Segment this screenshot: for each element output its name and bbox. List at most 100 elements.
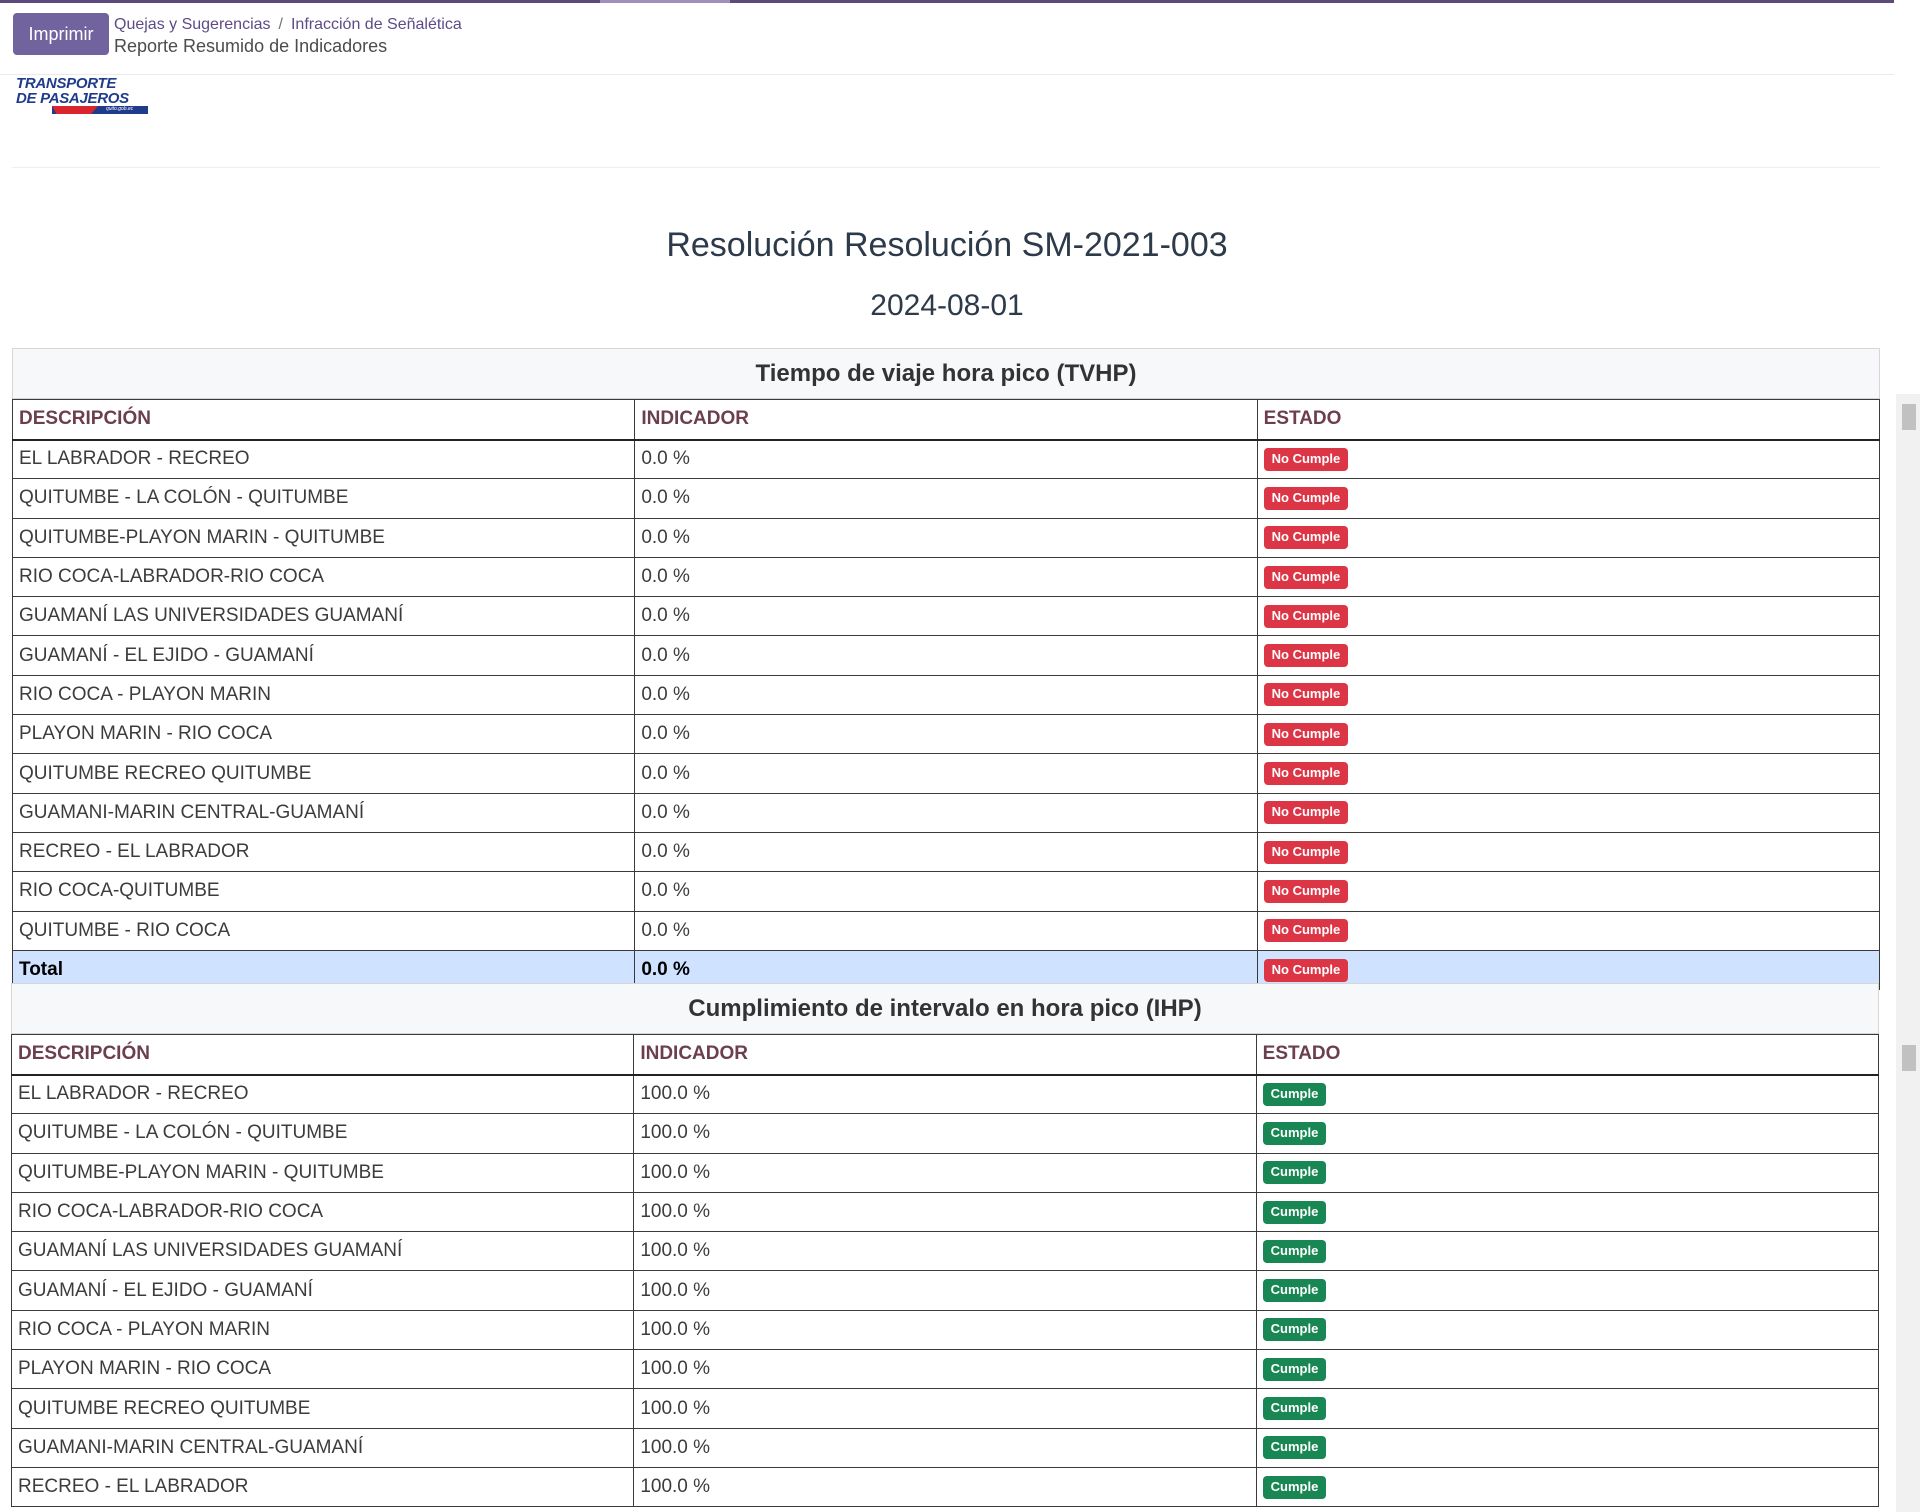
- indicator-value: 100.0 %: [633, 1073, 1257, 1115]
- indicator-value: 0.0 %: [634, 556, 1258, 598]
- divider: [12, 167, 1880, 168]
- table-row: QUITUMBE - LA COLÓN - QUITUMBE 0.0 % No Cu…: [11, 478, 1881, 519]
- status-cell: Cumple: [1255, 1191, 1880, 1233]
- status-badge: Cumple: [1262, 1200, 1327, 1224]
- table-row: EL LABRADOR - RECREO 0.0 % No Cumple: [11, 438, 1881, 480]
- status-badge: Cumple: [1262, 1397, 1327, 1421]
- status-badge: No Cumple: [1263, 801, 1349, 825]
- page-subtitle: Reporte Resumido de Indicadores: [114, 36, 388, 56]
- column-header-indicator: INDICADOR: [634, 399, 1258, 441]
- status-cell: No Cumple: [1256, 831, 1881, 873]
- route-description: QUITUMBE-PLAYON MARIN - QUITUMBE: [11, 517, 636, 558]
- scrollbar-thumb[interactable]: [1902, 404, 1916, 430]
- indicator-value: 100.0 %: [633, 1309, 1257, 1351]
- route-description: QUITUMBE - LA COLÓN - QUITUMBE: [10, 1113, 635, 1154]
- table-header-row: DESCRIPCIÓN INDICADOR ESTADO: [10, 1034, 1880, 1076]
- route-description: QUITUMBE - RIO COCA: [11, 910, 636, 951]
- indicator-value: 100.0 %: [633, 1231, 1257, 1272]
- status-badge: Cumple: [1262, 1475, 1327, 1499]
- section-title: Tiempo de viaje hora pico (TVHP): [12, 348, 1880, 399]
- route-description: EL LABRADOR - RECREO: [11, 438, 636, 480]
- route-description: GUAMANÍ - EL EJIDO - GUAMANÍ: [11, 635, 636, 676]
- route-description: RIO COCA-LABRADOR-RIO COCA: [10, 1191, 635, 1233]
- status-badge: No Cumple: [1263, 879, 1349, 903]
- table-row: GUAMANI-MARIN CENTRAL-GUAMANÍ 100.0 % Cump…: [10, 1427, 1880, 1468]
- route-description: GUAMANÍ - EL EJIDO - GUAMANÍ: [10, 1270, 635, 1311]
- print-button[interactable]: Imprimir: [13, 13, 109, 55]
- indicator-value: 0.0 %: [634, 517, 1258, 558]
- breadcrumb-item-infraccion[interactable]: Infracción de Señalética: [291, 16, 462, 33]
- table-row: PLAYON MARIN - RIO COCA 100.0 % Cumple: [10, 1349, 1880, 1390]
- status-cell: Cumple: [1255, 1113, 1880, 1154]
- status-cell: No Cumple: [1256, 792, 1881, 833]
- status-cell: No Cumple: [1256, 556, 1881, 598]
- section-title: Cumplimiento de intervalo en hora pico (…: [11, 983, 1879, 1034]
- table-row: GUAMANÍ LAS UNIVERSIDADES GUAMANÍ 100.0 %…: [10, 1231, 1880, 1272]
- table-row: QUITUMBE - LA COLÓN - QUITUMBE 100.0 % Cum…: [10, 1113, 1880, 1154]
- indicator-value: 0.0 %: [634, 596, 1258, 637]
- status-cell: No Cumple: [1256, 910, 1881, 951]
- logo-stripe: [52, 106, 148, 114]
- breadcrumb-item-quejas[interactable]: Quejas y Sugerencias: [114, 16, 271, 33]
- indicator-value: 0.0 %: [634, 871, 1258, 912]
- status-badge: No Cumple: [1263, 486, 1349, 510]
- report-title: Resolución Resolución SM-2021-003: [666, 226, 1228, 264]
- status-badge: No Cumple: [1263, 722, 1349, 746]
- route-description: QUITUMBE-PLAYON MARIN - QUITUMBE: [10, 1152, 635, 1193]
- status-cell: No Cumple: [1256, 635, 1881, 676]
- status-cell: Cumple: [1255, 1349, 1880, 1390]
- status-badge: Cumple: [1262, 1239, 1327, 1263]
- route-description: GUAMANI-MARIN CENTRAL-GUAMANÍ: [10, 1427, 635, 1468]
- indicator-value: 0.0 %: [634, 792, 1258, 833]
- status-cell: No Cumple: [1256, 714, 1881, 755]
- indicator-value: 0.0 %: [634, 674, 1258, 716]
- status-cell: Cumple: [1255, 1466, 1880, 1508]
- vertical-scrollbar[interactable]: [1896, 394, 1920, 1512]
- status-cell: No Cumple: [1256, 517, 1881, 558]
- indicator-value: 100.0 %: [633, 1270, 1257, 1311]
- indicator-value: 100.0 %: [633, 1349, 1257, 1390]
- route-description: RIO COCA-LABRADOR-RIO COCA: [11, 556, 636, 598]
- status-badge: Cumple: [1262, 1357, 1327, 1381]
- status-badge: Cumple: [1262, 1318, 1327, 1342]
- route-description: QUITUMBE - LA COLÓN - QUITUMBE: [11, 478, 636, 519]
- table-row: GUAMANI-MARIN CENTRAL-GUAMANÍ 0.0 % No Cum…: [11, 792, 1881, 833]
- status-cell: No Cumple: [1256, 871, 1881, 912]
- indicator-table: DESCRIPCIÓN INDICADOR ESTADO EL LABRADOR - …: [11, 399, 1881, 991]
- table-row: GUAMANÍ LAS UNIVERSIDADES GUAMANÍ 0.0 % No…: [11, 596, 1881, 637]
- table-row: QUITUMBE-PLAYON MARIN - QUITUMBE 100.0 % C…: [10, 1152, 1880, 1193]
- table-row: RIO COCA - PLAYON MARIN 0.0 % No Cumple: [11, 674, 1881, 716]
- logo-line-1: TRANSPORTE: [16, 75, 117, 92]
- status-badge: No Cumple: [1263, 958, 1349, 982]
- status-cell: Cumple: [1255, 1388, 1880, 1429]
- logo-line-2: DE PASAJEROS: [16, 90, 129, 107]
- column-header-status: ESTADO: [1256, 399, 1881, 441]
- indicator-value: 100.0 %: [633, 1113, 1257, 1154]
- status-cell: No Cumple: [1256, 478, 1881, 519]
- status-cell: Cumple: [1255, 1270, 1880, 1311]
- indicator-value: 100.0 %: [633, 1466, 1257, 1508]
- indicator-value: 100.0 %: [633, 1152, 1257, 1193]
- indicator-section: Cumplimiento de intervalo en hora pico (…: [10, 983, 1880, 1508]
- table-row: QUITUMBE - RIO COCA 0.0 % No Cumple: [11, 910, 1881, 951]
- column-header-indicator: INDICADOR: [633, 1034, 1257, 1076]
- breadcrumb: Quejas y Sugerencias / Infracción de Señal…: [114, 16, 462, 34]
- route-description: GUAMANÍ LAS UNIVERSIDADES GUAMANÍ: [10, 1231, 635, 1272]
- route-description: PLAYON MARIN - RIO COCA: [10, 1349, 635, 1390]
- status-cell: No Cumple: [1256, 753, 1881, 794]
- status-badge: No Cumple: [1263, 447, 1349, 471]
- status-cell: No Cumple: [1256, 438, 1881, 480]
- control-panel: Imprimir Quejas y Sugerencias / Infracción…: [0, 3, 1894, 75]
- table-row: GUAMANÍ - EL EJIDO - GUAMANÍ 100.0 % Cumpl…: [10, 1270, 1880, 1311]
- table-row: QUITUMBE RECREO QUITUMBE 0.0 % No Cumple: [11, 753, 1881, 794]
- indicator-value: 0.0 %: [634, 714, 1258, 755]
- column-header-description: DESCRIPCIÓN: [10, 1034, 635, 1076]
- status-badge: Cumple: [1262, 1082, 1327, 1106]
- table-row: RIO COCA - PLAYON MARIN 100.0 % Cumple: [10, 1309, 1880, 1351]
- route-description: RECREO - EL LABRADOR: [10, 1466, 635, 1508]
- route-description: GUAMANÍ LAS UNIVERSIDADES GUAMANÍ: [11, 596, 636, 637]
- indicator-value: 0.0 %: [634, 478, 1258, 519]
- scrollbar-thumb[interactable]: [1902, 1045, 1916, 1071]
- route-description: RECREO - EL LABRADOR: [11, 831, 636, 873]
- table-row: EL LABRADOR - RECREO 100.0 % Cumple: [10, 1073, 1880, 1115]
